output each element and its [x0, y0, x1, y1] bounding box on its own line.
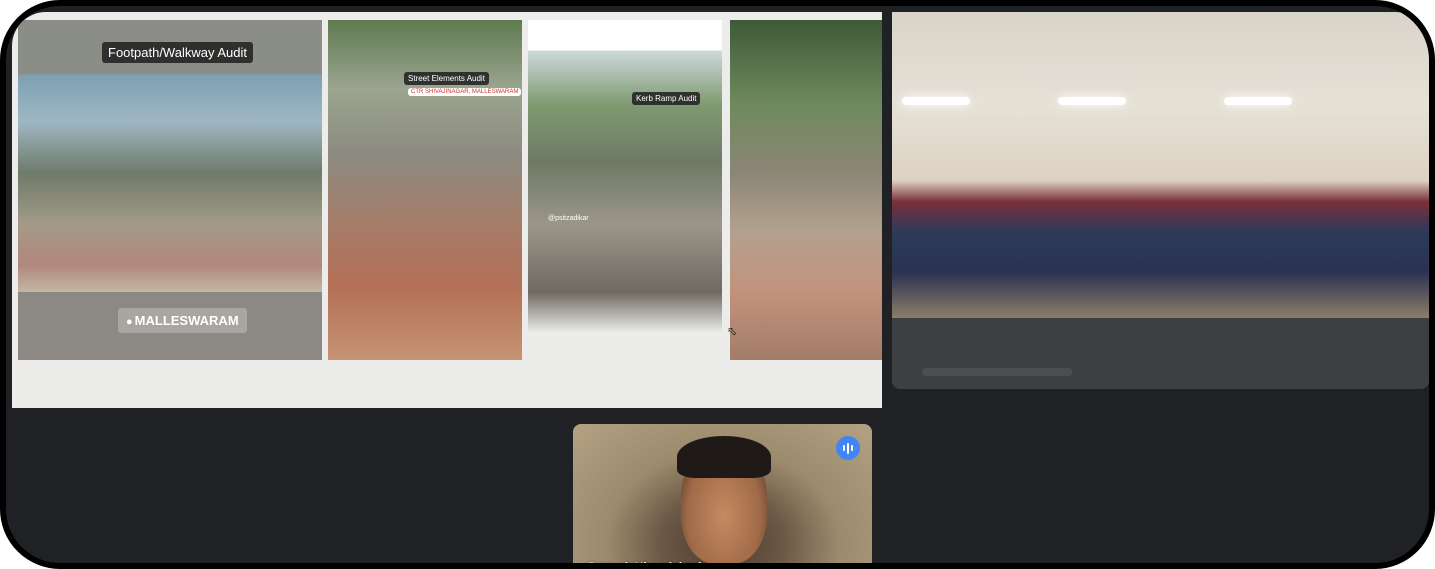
room-video	[892, 12, 1429, 318]
slide-title-footpath: Footpath/Walkway Audit	[102, 42, 253, 63]
meeting-frame: Footpath/Walkway Audit ● MALLESWARAM Stre…	[0, 0, 1435, 569]
slide-title-street: Street Elements Audit	[404, 72, 489, 85]
ceiling-light	[1058, 97, 1126, 105]
slide-street-elements: Street Elements Audit CTR SHIVAJINAGAR, …	[328, 20, 522, 360]
participant-tile[interactable]: Prateek Khandelwal	[573, 424, 872, 569]
slide-watermark: @psitzadikar	[548, 215, 589, 222]
slide-subtitle-street: CTR SHIVAJINAGAR, MALLESWARAM	[408, 88, 522, 96]
audio-wave-icon	[836, 436, 860, 460]
participant-hair	[677, 436, 771, 478]
shared-screen-tile[interactable]: Footpath/Walkway Audit ● MALLESWARAM Stre…	[12, 12, 882, 408]
mouse-cursor-icon: ⬁	[727, 324, 738, 338]
location-label: MALLESWARAM	[134, 313, 239, 328]
slide-footpath-audit: Footpath/Walkway Audit ● MALLESWARAM	[18, 20, 322, 360]
slide-wheelchair-street	[730, 20, 882, 360]
ceiling-light	[902, 97, 970, 105]
participant-name: Prateek Khandelwal	[588, 560, 702, 569]
room-video-tile[interactable]	[892, 12, 1429, 389]
location-badge: ● MALLESWARAM	[118, 308, 247, 333]
slide-title-kerb: Kerb Ramp Audit	[632, 92, 701, 105]
ceiling-light	[1224, 97, 1292, 105]
location-pin-icon: ●	[126, 316, 133, 328]
slide-kerb-ramp: Kerb Ramp Audit @psitzadikar	[528, 20, 722, 360]
room-name-placeholder	[922, 368, 1072, 376]
